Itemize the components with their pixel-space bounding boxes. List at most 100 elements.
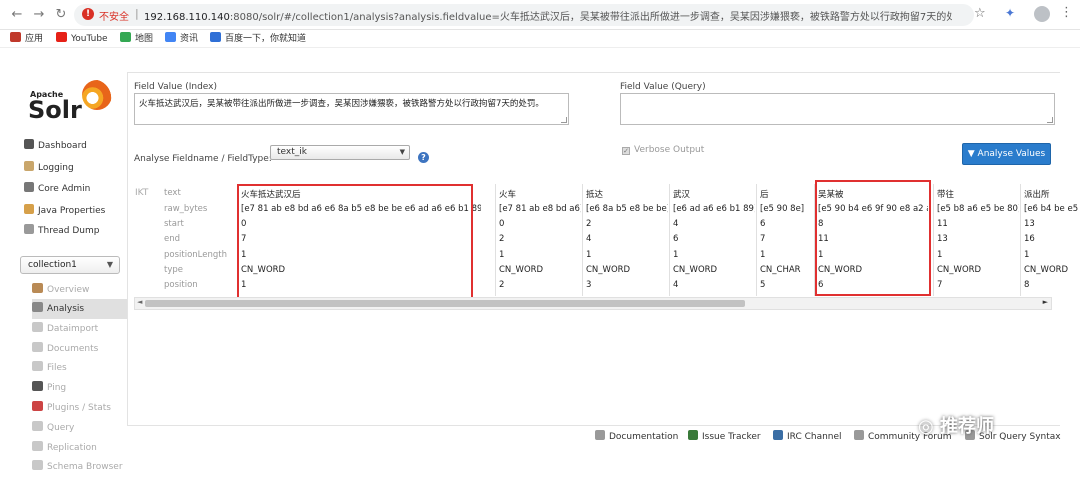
token-cell: 1 bbox=[937, 250, 943, 260]
token-cell: CN_WORD bbox=[673, 265, 718, 275]
scroll-right-icon[interactable]: ► bbox=[1043, 298, 1048, 306]
bookmarks-bar: 应用 YouTube 地图 资讯 百度一下，你就知道 bbox=[0, 30, 1080, 48]
token-cell: 1 bbox=[499, 250, 505, 260]
token-cell: [e6 8a b5 e8 be be] bbox=[586, 204, 668, 214]
token-cell: 3 bbox=[586, 280, 592, 290]
horizontal-scrollbar[interactable]: ◄ ► bbox=[134, 297, 1052, 310]
token-cell: 1 bbox=[673, 250, 679, 260]
reload-icon[interactable]: ↻ bbox=[52, 6, 70, 24]
checkbox-icon: ✓ bbox=[622, 147, 630, 155]
token-cell: 2 bbox=[499, 280, 505, 290]
bookmark-news[interactable]: 资讯 bbox=[165, 32, 198, 46]
core-nav-overview[interactable]: Overview bbox=[32, 280, 128, 300]
token-cell: 4 bbox=[673, 280, 679, 290]
token-cell: 8 bbox=[1024, 280, 1030, 290]
core-nav-documents[interactable]: Documents bbox=[32, 339, 128, 359]
token-cell: CN_CHAR bbox=[760, 265, 801, 275]
token-cell: 派出所 bbox=[1024, 190, 1050, 200]
footer-documentation[interactable]: Documentation bbox=[595, 430, 678, 442]
footer-issue-tracker[interactable]: Issue Tracker bbox=[688, 430, 761, 442]
nav-logging[interactable]: Logging bbox=[24, 160, 74, 176]
token-cell: [e6 ad a6 e6 b1 89] bbox=[673, 204, 755, 214]
nav-java-properties[interactable]: Java Properties bbox=[24, 203, 105, 219]
core-nav-query[interactable]: Query bbox=[32, 418, 128, 438]
menu-icon[interactable]: ⋮ bbox=[1060, 5, 1073, 20]
filter-icon: ▼ bbox=[967, 149, 978, 159]
core-nav-plugins-stats[interactable]: Plugins / Stats bbox=[32, 398, 128, 418]
solr-logo[interactable]: Apache Solr bbox=[28, 74, 118, 128]
forum-icon bbox=[854, 430, 864, 440]
bookmark-baidu[interactable]: 百度一下，你就知道 bbox=[210, 32, 306, 46]
fieldtype-select[interactable]: text_ik ▼ bbox=[270, 145, 410, 160]
analyse-values-button[interactable]: ▼ Analyse Values bbox=[962, 143, 1051, 165]
core-nav-dataimport[interactable]: Dataimport bbox=[32, 319, 128, 339]
core-nav-replication[interactable]: Replication bbox=[32, 438, 128, 458]
solr-sun-icon bbox=[82, 80, 112, 110]
chevron-down-icon: ▼ bbox=[106, 260, 113, 269]
nav-thread-dump[interactable]: Thread Dump bbox=[24, 223, 99, 239]
browser-toolbar: ← → ↻ ! 不安全 | 192.168.110.140:8080/solr/… bbox=[0, 0, 1080, 30]
logging-icon bbox=[24, 161, 34, 171]
footer-irc-channel[interactable]: IRC Channel bbox=[773, 430, 842, 442]
back-icon[interactable]: ← bbox=[8, 6, 26, 24]
column-divider bbox=[582, 184, 583, 296]
documents-icon bbox=[32, 342, 43, 352]
token-cell: 16 bbox=[1024, 234, 1035, 244]
chevron-down-icon: ▼ bbox=[399, 148, 405, 156]
apps-icon bbox=[10, 32, 21, 42]
nav-core-admin[interactable]: Core Admin bbox=[24, 181, 90, 197]
extension-icon[interactable]: ✦ bbox=[1005, 6, 1015, 20]
bookmark-youtube[interactable]: YouTube bbox=[56, 32, 108, 46]
column-divider bbox=[669, 184, 670, 296]
bookmark-maps[interactable]: 地图 bbox=[120, 32, 153, 46]
core-selector-value: collection1 bbox=[28, 260, 77, 270]
nav-dashboard[interactable]: Dashboard bbox=[24, 138, 87, 154]
index-field-label: Field Value (Index) bbox=[134, 82, 218, 92]
issue-tracker-icon bbox=[688, 430, 698, 440]
address-bar[interactable]: ! 不安全 | 192.168.110.140:8080/solr/#/coll… bbox=[74, 4, 974, 26]
core-nav-files[interactable]: Files bbox=[32, 358, 128, 378]
core-nav-schema-browser[interactable]: Schema Browser bbox=[32, 457, 128, 477]
scrollbar-thumb[interactable] bbox=[145, 300, 745, 307]
token-cell: 4 bbox=[673, 219, 679, 229]
verbose-output-checkbox[interactable]: ✓ Verbose Output bbox=[622, 145, 704, 155]
forward-icon[interactable]: → bbox=[30, 6, 48, 24]
analyzer-label: IKT bbox=[135, 188, 149, 198]
token-cell: 6 bbox=[673, 234, 679, 244]
token-cell: 13 bbox=[1024, 219, 1035, 229]
token-cell: 2 bbox=[586, 219, 592, 229]
profile-avatar[interactable] bbox=[1034, 6, 1050, 22]
scroll-left-icon[interactable]: ◄ bbox=[137, 298, 142, 306]
token-cell: 抵达 bbox=[586, 190, 604, 200]
query-field-label: Field Value (Query) bbox=[620, 82, 706, 92]
query-field-textarea[interactable] bbox=[620, 93, 1055, 125]
attribute-label: text bbox=[164, 188, 181, 198]
token-cell: [e5 90 8e] bbox=[760, 204, 805, 214]
token-cell: CN_WORD bbox=[1024, 265, 1069, 275]
index-field-textarea[interactable]: 火车抵达武汉后，吴某被带往派出所做进一步调查，吴某因涉嫌猥亵，被铁路警方处以行政… bbox=[134, 93, 569, 125]
youtube-icon bbox=[56, 32, 67, 42]
irc-icon bbox=[773, 430, 783, 440]
core-nav-analysis[interactable]: Analysis bbox=[32, 299, 128, 319]
analysis-icon bbox=[32, 302, 43, 312]
url-text[interactable]: 192.168.110.140:8080/solr/#/collection1/… bbox=[144, 8, 952, 23]
column-divider bbox=[933, 184, 934, 296]
token-cell: 1 bbox=[760, 250, 766, 260]
core-selector[interactable]: collection1 ▼ bbox=[20, 256, 120, 274]
column-divider bbox=[756, 184, 757, 296]
token-cell: 后 bbox=[760, 190, 769, 200]
token-cell: 带往 bbox=[937, 190, 955, 200]
resize-grip-icon[interactable] bbox=[1047, 117, 1053, 123]
token-cell: [e6 b4 be e5 87 ba e6 89 80] bbox=[1024, 204, 1080, 214]
bookmark-apps[interactable]: 应用 bbox=[10, 32, 43, 46]
help-icon[interactable]: ? bbox=[418, 152, 429, 163]
resize-grip-icon[interactable] bbox=[561, 117, 567, 123]
core-nav-ping[interactable]: Ping bbox=[32, 378, 128, 398]
documentation-icon bbox=[595, 430, 605, 440]
news-icon bbox=[165, 32, 176, 42]
token-cell: 武汉 bbox=[673, 190, 691, 200]
bookmark-star-icon[interactable]: ☆ bbox=[974, 6, 986, 21]
url-host: 192.168.110.140 bbox=[144, 12, 230, 23]
token-cell: 11 bbox=[937, 219, 948, 229]
maps-icon bbox=[120, 32, 131, 42]
